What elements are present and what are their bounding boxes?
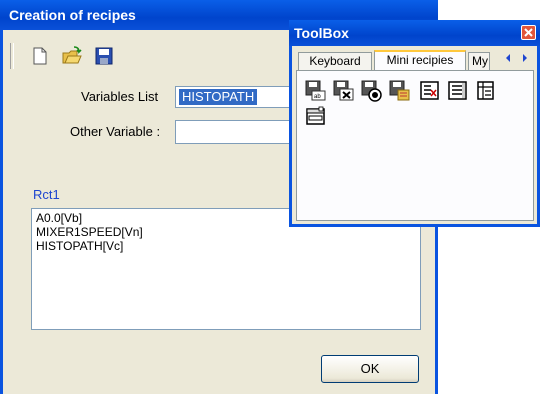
svg-text:ab: ab (314, 94, 321, 100)
chevron-left-icon (506, 54, 510, 62)
record-recipe-icon (361, 80, 382, 102)
load-recipe-icon (389, 80, 410, 101)
recipe-list-tool[interactable] (447, 80, 467, 100)
tab-scroll-right-button[interactable] (518, 51, 532, 67)
save-disk-icon (95, 47, 113, 65)
toolbox-tab-strip: Keyboard Mini recipies My (296, 50, 534, 71)
tab-scroll-left-button[interactable] (501, 51, 515, 67)
recipe-window-title: Creation of recipes (9, 7, 136, 23)
mini-recipies-panel: ab (296, 70, 534, 221)
recipe-combo-tool[interactable] (305, 106, 325, 126)
variables-list-select[interactable]: HISTOPATH (175, 86, 303, 108)
recipe-name-label: Rct1 (33, 187, 60, 202)
recipe-line: HISTOPATH[Vc] (36, 239, 124, 253)
variables-list-selected-value: HISTOPATH (179, 89, 258, 105)
toolbox-window: ToolBox Keyboard Mini recipies My ab (289, 20, 540, 227)
chevron-right-icon (523, 54, 527, 62)
tab-keyboard[interactable]: Keyboard (298, 52, 372, 70)
recipe-list-delete-icon (420, 81, 439, 100)
open-folder-icon (62, 46, 82, 64)
toolbox-title: ToolBox (294, 25, 349, 41)
variables-list-label: Variables List (81, 89, 159, 104)
new-file-button[interactable] (28, 45, 50, 67)
new-file-icon (33, 47, 47, 65)
recipe-table-icon (477, 81, 494, 100)
close-icon (524, 28, 533, 37)
record-recipe-tool[interactable] (361, 80, 382, 102)
open-folder-button[interactable] (61, 45, 83, 67)
save-button[interactable] (93, 45, 115, 67)
recipe-list-icon (448, 81, 467, 100)
recipe-line: MIXER1SPEED[Vn] (36, 225, 143, 239)
tab-my[interactable]: My (468, 52, 490, 70)
recipe-table-tool[interactable] (475, 80, 495, 100)
other-variable-label: Other Variable : (70, 124, 161, 139)
save-field-tool[interactable]: ab (305, 80, 326, 101)
toolbox-titlebar[interactable]: ToolBox (289, 20, 540, 46)
recipe-combo-icon (306, 106, 325, 125)
recipe-list-delete-tool[interactable] (419, 80, 439, 100)
tab-mini-recipies[interactable]: Mini recipies (374, 50, 466, 71)
delete-recipe-icon (333, 80, 354, 101)
ok-button[interactable]: OK (321, 355, 419, 383)
toolbar-grip[interactable] (10, 43, 14, 69)
save-field-icon: ab (305, 80, 326, 101)
load-recipe-tool[interactable] (389, 80, 410, 101)
toolbox-close-button[interactable] (521, 25, 536, 40)
delete-recipe-tool[interactable] (333, 80, 354, 101)
other-variable-input[interactable] (175, 120, 303, 144)
